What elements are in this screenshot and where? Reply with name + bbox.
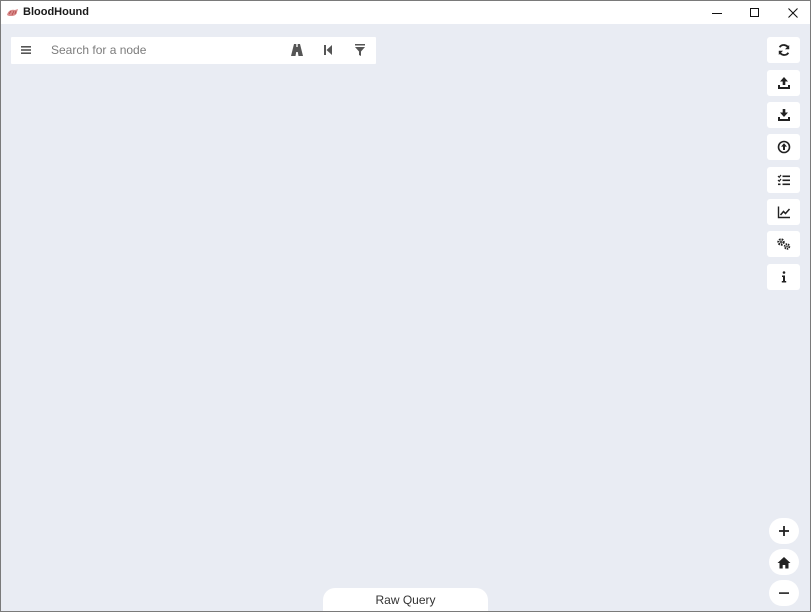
queries-list-icon	[777, 174, 790, 186]
zoom-out-button[interactable]	[769, 580, 799, 606]
home-button[interactable]	[769, 549, 799, 575]
home-icon	[777, 556, 791, 568]
zoom-in-icon	[779, 526, 789, 536]
app-title: BloodHound	[23, 6, 89, 18]
maximize-button[interactable]	[736, 1, 774, 24]
menu-icon[interactable]	[20, 44, 32, 56]
info-button[interactable]	[767, 264, 800, 290]
raw-query-label: Raw Query	[375, 593, 436, 607]
minimize-icon	[712, 12, 722, 14]
path-finding-icon[interactable]	[290, 43, 304, 57]
refresh-button[interactable]	[767, 37, 800, 63]
minimize-button[interactable]	[698, 1, 736, 24]
settings-icon	[776, 238, 790, 250]
chart-icon	[777, 206, 790, 219]
chart-button[interactable]	[767, 199, 800, 225]
info-icon	[781, 271, 786, 283]
download-button[interactable]	[767, 102, 800, 128]
upload-data-button[interactable]	[767, 134, 800, 160]
zoom-in-button[interactable]	[769, 518, 799, 544]
download-icon	[777, 109, 790, 121]
search-bar	[11, 37, 376, 64]
zoom-out-icon	[779, 592, 789, 594]
back-icon[interactable]	[321, 43, 335, 57]
queries-button[interactable]	[767, 167, 800, 193]
close-icon	[788, 7, 798, 18]
maximize-icon	[750, 7, 759, 17]
filter-icon[interactable]	[353, 43, 367, 57]
refresh-icon	[778, 44, 789, 56]
search-input[interactable]	[51, 39, 276, 61]
upload-icon	[777, 77, 790, 89]
app-window: BloodHound Search for a node Raw Query	[0, 0, 811, 612]
upload-data-icon	[777, 140, 790, 154]
settings-button[interactable]	[767, 231, 800, 257]
close-button[interactable]	[774, 1, 810, 24]
bloodhound-logo-icon	[6, 6, 19, 18]
title-bar: BloodHound	[1, 1, 810, 24]
raw-query-button[interactable]: Raw Query	[323, 588, 488, 611]
upload-button[interactable]	[767, 70, 800, 96]
